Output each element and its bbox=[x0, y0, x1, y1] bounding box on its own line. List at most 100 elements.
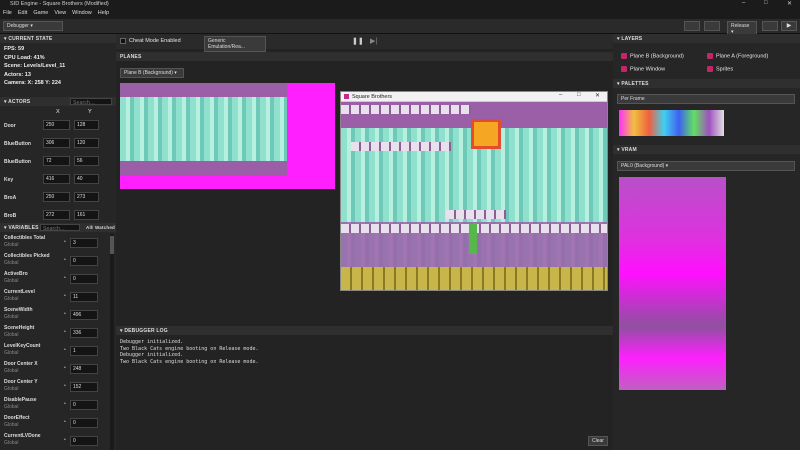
layer-toggle[interactable]: Sprites bbox=[707, 66, 733, 72]
filter-watched[interactable]: Watched bbox=[95, 225, 115, 230]
list-item: LevelKeyCount Global ▪ 1 bbox=[0, 342, 108, 360]
list-item: Door Center X Global ▪ 248 bbox=[0, 360, 108, 378]
variable-value-input[interactable]: 0 bbox=[70, 436, 98, 446]
layer-toggle[interactable]: Plane A (Foreground) bbox=[707, 53, 768, 59]
layer-toggle[interactable]: Plane B (Background) bbox=[621, 53, 684, 59]
door-sprite bbox=[471, 119, 501, 149]
y-column-header: Y bbox=[88, 109, 92, 115]
debug-toolbar: Cheat Mode Enabled Generic Emulation/Rea… bbox=[116, 34, 613, 52]
vars-search-input[interactable]: Search... bbox=[40, 224, 80, 232]
menu-window[interactable]: Window bbox=[69, 9, 95, 17]
vram-view[interactable] bbox=[619, 177, 726, 390]
actor-x-input[interactable]: 272 bbox=[43, 210, 70, 220]
log-output: Debugger initialized. Two Black Cats eng… bbox=[120, 339, 258, 365]
table-row: Key 416 40 bbox=[0, 172, 116, 190]
current-state-header: ▾ CURRENT STATE bbox=[0, 34, 116, 43]
actor-y-input[interactable]: 128 bbox=[74, 120, 99, 130]
x-column-header: X bbox=[56, 109, 60, 115]
right-panel: ▾ LAYERS Plane B (Background) Plane A (F… bbox=[613, 34, 800, 450]
emulation-dropdown[interactable]: Generic Emulation/Rea... bbox=[204, 36, 266, 52]
variable-value-input[interactable]: 0 bbox=[70, 418, 98, 428]
mode-dropdown[interactable]: Debugger ▾ bbox=[3, 21, 63, 31]
actor-y-input[interactable]: 40 bbox=[74, 174, 99, 184]
actor-y-input[interactable]: 120 bbox=[74, 138, 99, 148]
variable-value-input[interactable]: 248 bbox=[70, 364, 98, 374]
menu-game[interactable]: Game bbox=[30, 9, 51, 17]
pause-icon[interactable]: ❚❚ bbox=[352, 37, 364, 45]
build-value: Release bbox=[731, 23, 750, 29]
actor-y-input[interactable]: 273 bbox=[74, 192, 99, 202]
cheat-label: Cheat Mode Enabled bbox=[129, 38, 181, 44]
actor-x-input[interactable]: 250 bbox=[43, 192, 70, 202]
log-line: Two Black Cats engine booting on Release… bbox=[120, 358, 259, 365]
list-item: SceneWidth Global ▪ 496 bbox=[0, 306, 108, 324]
menu-edit[interactable]: Edit bbox=[15, 9, 30, 17]
vram-palette-select[interactable]: PAL0 (Background) ▾ bbox=[617, 161, 795, 171]
mode-value: Debugger bbox=[7, 23, 29, 29]
camera-readout: Camera: X: 258 Y: 224 bbox=[4, 80, 61, 87]
stop-icon[interactable] bbox=[762, 21, 778, 31]
checkbox-icon bbox=[707, 66, 713, 72]
vars-scrollbar[interactable] bbox=[110, 234, 114, 450]
left-panel: ▾ CURRENT STATE FPS: 59 CPU Load: 41% Sc… bbox=[0, 34, 116, 450]
game-close-icon[interactable]: ✕ bbox=[595, 92, 600, 99]
menu-help[interactable]: Help bbox=[95, 9, 112, 17]
export-icon[interactable] bbox=[704, 21, 720, 31]
table-row: BroA 250 273 bbox=[0, 190, 116, 208]
variable-value-input[interactable]: 152 bbox=[70, 382, 98, 392]
planes-header: PLANES bbox=[116, 52, 613, 61]
plane-preview bbox=[120, 83, 335, 189]
step-icon[interactable]: ▶| bbox=[370, 37, 377, 45]
folder-icon[interactable] bbox=[684, 21, 700, 31]
variable-value-input[interactable]: 0 bbox=[70, 256, 98, 266]
cheat-checkbox[interactable] bbox=[120, 38, 126, 44]
cpu-readout: CPU Load: 41% bbox=[4, 54, 45, 61]
game-app-icon bbox=[344, 94, 349, 99]
scene-readout: Scene: Levels/Level_11 bbox=[4, 63, 66, 70]
palette-select[interactable]: Per Frame bbox=[617, 94, 795, 104]
list-item: SceneHeight Global ▪ 336 bbox=[0, 324, 108, 342]
game-minimize-icon[interactable]: – bbox=[559, 92, 562, 98]
list-item: CurrentLevel Global ▪ 11 bbox=[0, 288, 108, 306]
list-item: Door Center Y Global ▪ 152 bbox=[0, 378, 108, 396]
actor-x-input[interactable]: 72 bbox=[43, 156, 70, 166]
layer-toggle[interactable]: Plane Window bbox=[621, 66, 665, 72]
game-maximize-icon[interactable]: □ bbox=[577, 92, 581, 98]
variables-list: Collectibles Total Global ▪ 3 Collectibles … bbox=[0, 234, 108, 450]
variable-value-input[interactable]: 11 bbox=[70, 292, 98, 302]
table-row: Door 250 128 bbox=[0, 118, 116, 136]
close-icon[interactable]: ✕ bbox=[787, 0, 792, 7]
variable-value-input[interactable]: 336 bbox=[70, 328, 98, 338]
plane-select[interactable]: Plane B (Background) ▾ bbox=[120, 68, 184, 78]
list-item: DoorEffect Global ▪ 0 bbox=[0, 414, 108, 432]
game-viewport[interactable] bbox=[341, 102, 607, 290]
menu-file[interactable]: File bbox=[0, 9, 15, 17]
minimize-icon[interactable]: – bbox=[742, 0, 745, 6]
variable-value-input[interactable]: 0 bbox=[70, 274, 98, 284]
maximize-icon[interactable]: □ bbox=[764, 0, 768, 6]
actor-x-input[interactable]: 416 bbox=[43, 174, 70, 184]
menu-view[interactable]: View bbox=[51, 9, 69, 17]
actor-x-input[interactable]: 306 bbox=[43, 138, 70, 148]
variable-value-input[interactable]: 496 bbox=[70, 310, 98, 320]
clear-log-button[interactable]: Clear bbox=[588, 436, 608, 446]
actors-readout: Actors: 13 bbox=[4, 71, 31, 78]
actors-search-input[interactable]: Search... bbox=[70, 98, 112, 106]
game-window-title: Square Brothers bbox=[352, 94, 393, 100]
play-icon[interactable]: ▶ bbox=[781, 21, 797, 31]
actor-x-input[interactable]: 250 bbox=[43, 120, 70, 130]
actor-y-input[interactable]: 56 bbox=[74, 156, 99, 166]
actor-y-input[interactable]: 161 bbox=[74, 210, 99, 220]
list-item: CurrentLVDone Global ▪ 0 bbox=[0, 432, 108, 450]
variable-value-input[interactable]: 0 bbox=[70, 400, 98, 410]
player-sprite bbox=[469, 224, 477, 254]
fps-readout: FPS: 59 bbox=[4, 46, 25, 52]
variable-value-input[interactable]: 1 bbox=[70, 346, 98, 356]
variable-value-input[interactable]: 3 bbox=[70, 238, 98, 248]
layers-header: ▾ LAYERS bbox=[613, 34, 800, 43]
log-header: ▾ DEBUGGER LOG bbox=[116, 326, 613, 335]
palette-grid[interactable] bbox=[619, 110, 724, 136]
list-item: Collectibles Picked Global ▪ 0 bbox=[0, 252, 108, 270]
menu-bar: File Edit Game View Window Help bbox=[0, 9, 800, 19]
table-row: BlueButton 72 56 bbox=[0, 154, 116, 172]
